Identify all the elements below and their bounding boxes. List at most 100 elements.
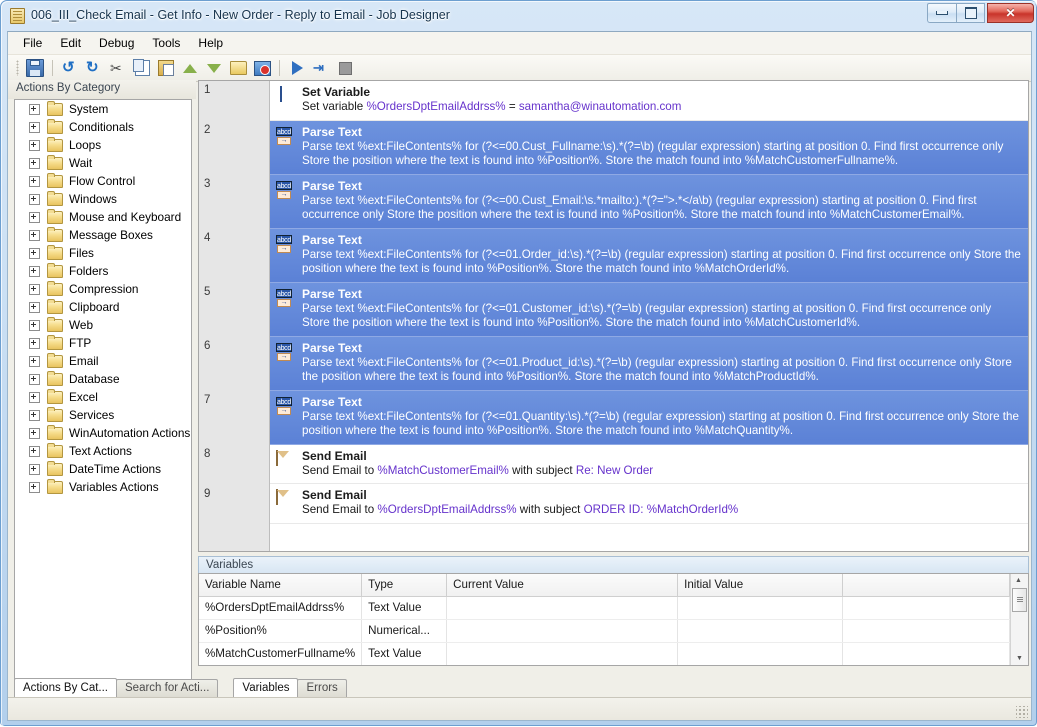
sidebar-item-loops[interactable]: Loops bbox=[15, 136, 191, 154]
variables-table-row[interactable]: %Position% Numerical... bbox=[199, 619, 1010, 643]
move-down-button[interactable] bbox=[203, 57, 225, 79]
expand-plus-icon[interactable] bbox=[29, 319, 40, 331]
save-button[interactable] bbox=[24, 57, 46, 79]
variables-column-header[interactable]: Current Value bbox=[446, 573, 679, 597]
expand-plus-icon[interactable] bbox=[29, 391, 40, 403]
cut-button[interactable]: ✂ bbox=[107, 57, 129, 79]
tab-search-for-actions[interactable]: Search for Acti... bbox=[116, 679, 219, 697]
expand-plus-icon[interactable] bbox=[29, 139, 40, 151]
variables-table-row[interactable]: %MatchCustomerEmail%Text Value bbox=[199, 665, 1010, 666]
tab-actions-by-category[interactable]: Actions By Cat... bbox=[14, 678, 118, 697]
expand-plus-icon[interactable] bbox=[29, 103, 40, 115]
action-row[interactable]: abcd → Parse Text Parse text %ext:FileConte… bbox=[270, 282, 1028, 337]
sidebar-item-winautomation-actions[interactable]: WinAutomation Actions bbox=[15, 424, 191, 442]
expand-plus-icon[interactable] bbox=[29, 157, 40, 169]
expand-plus-icon[interactable] bbox=[29, 481, 40, 493]
expand-plus-icon[interactable] bbox=[29, 355, 40, 367]
sidebar-item-wait[interactable]: Wait bbox=[15, 154, 191, 172]
sidebar-item-database[interactable]: Database bbox=[15, 370, 191, 388]
expand-plus-icon[interactable] bbox=[29, 445, 40, 457]
sidebar-item-ftp[interactable]: FTP bbox=[15, 334, 191, 352]
variables-column-header[interactable]: Type bbox=[361, 573, 448, 597]
toolbar-grip[interactable] bbox=[16, 60, 19, 76]
resize-grip[interactable] bbox=[1016, 706, 1028, 718]
variables-table-row[interactable]: %MatchCustomerFullname% Text Value bbox=[199, 642, 1010, 665]
sidebar-item-datetime-actions[interactable]: DateTime Actions bbox=[15, 460, 191, 478]
description-text: Parse text %ext:FileContents% for (?<=01… bbox=[302, 301, 992, 330]
variables-table-wrap[interactable]: Variable Name Type Current Value Initial Va… bbox=[198, 572, 1029, 666]
expand-plus-icon[interactable] bbox=[29, 193, 40, 205]
scrollbar-thumb[interactable] bbox=[1012, 587, 1027, 612]
sidebar-item-windows[interactable]: Windows bbox=[15, 190, 191, 208]
stop-button[interactable] bbox=[334, 57, 356, 79]
action-row[interactable]: abcd → Parse Text Parse text %ext:FileConte… bbox=[270, 120, 1028, 175]
action-row[interactable]: abcd → Parse Text Parse text %ext:FileConte… bbox=[270, 228, 1028, 283]
expand-plus-icon[interactable] bbox=[29, 463, 40, 475]
expand-plus-icon[interactable] bbox=[29, 427, 40, 439]
action-row[interactable]: abcd → Parse Text Parse text %ext:FileConte… bbox=[270, 174, 1028, 229]
copy-button[interactable] bbox=[131, 57, 153, 79]
variables-scrollbar[interactable]: ▲ ▼ bbox=[1010, 573, 1028, 665]
sidebar-item-files[interactable]: Files bbox=[15, 244, 191, 262]
actions-list[interactable]: 1 2 3 4 5 6 7 8 9 Set Variable Set variable %Orde… bbox=[198, 80, 1029, 552]
menu-edit[interactable]: Edit bbox=[51, 33, 90, 53]
record-button[interactable] bbox=[251, 57, 273, 79]
expand-plus-icon[interactable] bbox=[29, 265, 40, 277]
folder-button[interactable] bbox=[227, 57, 249, 79]
sidebar-item-compression[interactable]: Compression bbox=[15, 280, 191, 298]
expand-plus-icon[interactable] bbox=[29, 229, 40, 241]
menu-help[interactable]: Help bbox=[189, 33, 232, 53]
scroll-up-arrow-icon[interactable]: ▲ bbox=[1012, 575, 1025, 586]
sidebar-item-services[interactable]: Services bbox=[15, 406, 191, 424]
redo-button[interactable]: ↻ bbox=[83, 57, 105, 79]
variables-column-header[interactable] bbox=[842, 573, 1010, 597]
close-button[interactable]: ✕ bbox=[987, 3, 1034, 23]
expand-plus-icon[interactable] bbox=[29, 337, 40, 349]
sidebar-item-variables-actions[interactable]: Variables Actions bbox=[15, 478, 191, 496]
maximize-button[interactable] bbox=[956, 3, 985, 23]
sidebar-item-message-boxes[interactable]: Message Boxes bbox=[15, 226, 191, 244]
actions-category-tree[interactable]: System Conditionals Loops Wait Flow Control W… bbox=[14, 99, 192, 705]
menu-tools[interactable]: Tools bbox=[143, 33, 189, 53]
sidebar-item-web[interactable]: Web bbox=[15, 316, 191, 334]
action-row[interactable]: abcd → Parse Text Parse text %ext:FileConte… bbox=[270, 336, 1028, 391]
menu-debug[interactable]: Debug bbox=[90, 33, 143, 53]
undo-button[interactable]: ↺ bbox=[59, 57, 81, 79]
sidebar-item-flow-control[interactable]: Flow Control bbox=[15, 172, 191, 190]
action-row[interactable]: abcd → Parse Text Parse text %ext:FileConte… bbox=[270, 390, 1028, 445]
menu-file[interactable]: File bbox=[14, 33, 51, 53]
action-row[interactable]: Send Email Send Email to %OrdersDptEmailA… bbox=[270, 484, 1028, 524]
move-up-button[interactable] bbox=[179, 57, 201, 79]
action-rows[interactable]: Set Variable Set variable %OrdersDptEmail… bbox=[270, 81, 1028, 551]
scroll-down-arrow-icon[interactable]: ▼ bbox=[1013, 653, 1026, 664]
paste-button[interactable] bbox=[155, 57, 177, 79]
expand-plus-icon[interactable] bbox=[29, 175, 40, 187]
variables-column-header[interactable]: Initial Value bbox=[677, 573, 844, 597]
expand-plus-icon[interactable] bbox=[29, 409, 40, 421]
minimize-button[interactable] bbox=[927, 3, 956, 23]
variables-table-row[interactable]: %OrdersDptEmailAddrss% Text Value bbox=[199, 596, 1010, 620]
variables-column-header[interactable]: Variable Name bbox=[199, 573, 363, 597]
sidebar-item-clipboard[interactable]: Clipboard bbox=[15, 298, 191, 316]
action-description: Parse text %ext:FileContents% for (?<=01… bbox=[302, 302, 1022, 331]
tab-errors[interactable]: Errors bbox=[297, 679, 347, 697]
expand-plus-icon[interactable] bbox=[29, 283, 40, 295]
expand-plus-icon[interactable] bbox=[29, 247, 40, 259]
sidebar-item-email[interactable]: Email bbox=[15, 352, 191, 370]
expand-plus-icon[interactable] bbox=[29, 373, 40, 385]
sidebar-item-conditionals[interactable]: Conditionals bbox=[15, 118, 191, 136]
expand-plus-icon[interactable] bbox=[29, 301, 40, 313]
action-row[interactable]: Set Variable Set variable %OrdersDptEmail… bbox=[270, 81, 1028, 121]
sidebar-item-mouse-and-keyboard[interactable]: Mouse and Keyboard bbox=[15, 208, 191, 226]
sidebar-item-text-actions[interactable]: Text Actions bbox=[15, 442, 191, 460]
expand-plus-icon[interactable] bbox=[29, 211, 40, 223]
action-row[interactable]: Send Email Send Email to %MatchCustomerEm… bbox=[270, 445, 1028, 484]
tab-variables[interactable]: Variables bbox=[233, 678, 299, 697]
action-icon: abcd → bbox=[276, 180, 292, 199]
run-button[interactable] bbox=[286, 57, 308, 79]
expand-plus-icon[interactable] bbox=[29, 121, 40, 133]
step-button[interactable]: ⇥ bbox=[310, 57, 332, 79]
sidebar-item-folders[interactable]: Folders bbox=[15, 262, 191, 280]
sidebar-item-excel[interactable]: Excel bbox=[15, 388, 191, 406]
sidebar-item-system[interactable]: System bbox=[15, 100, 191, 118]
